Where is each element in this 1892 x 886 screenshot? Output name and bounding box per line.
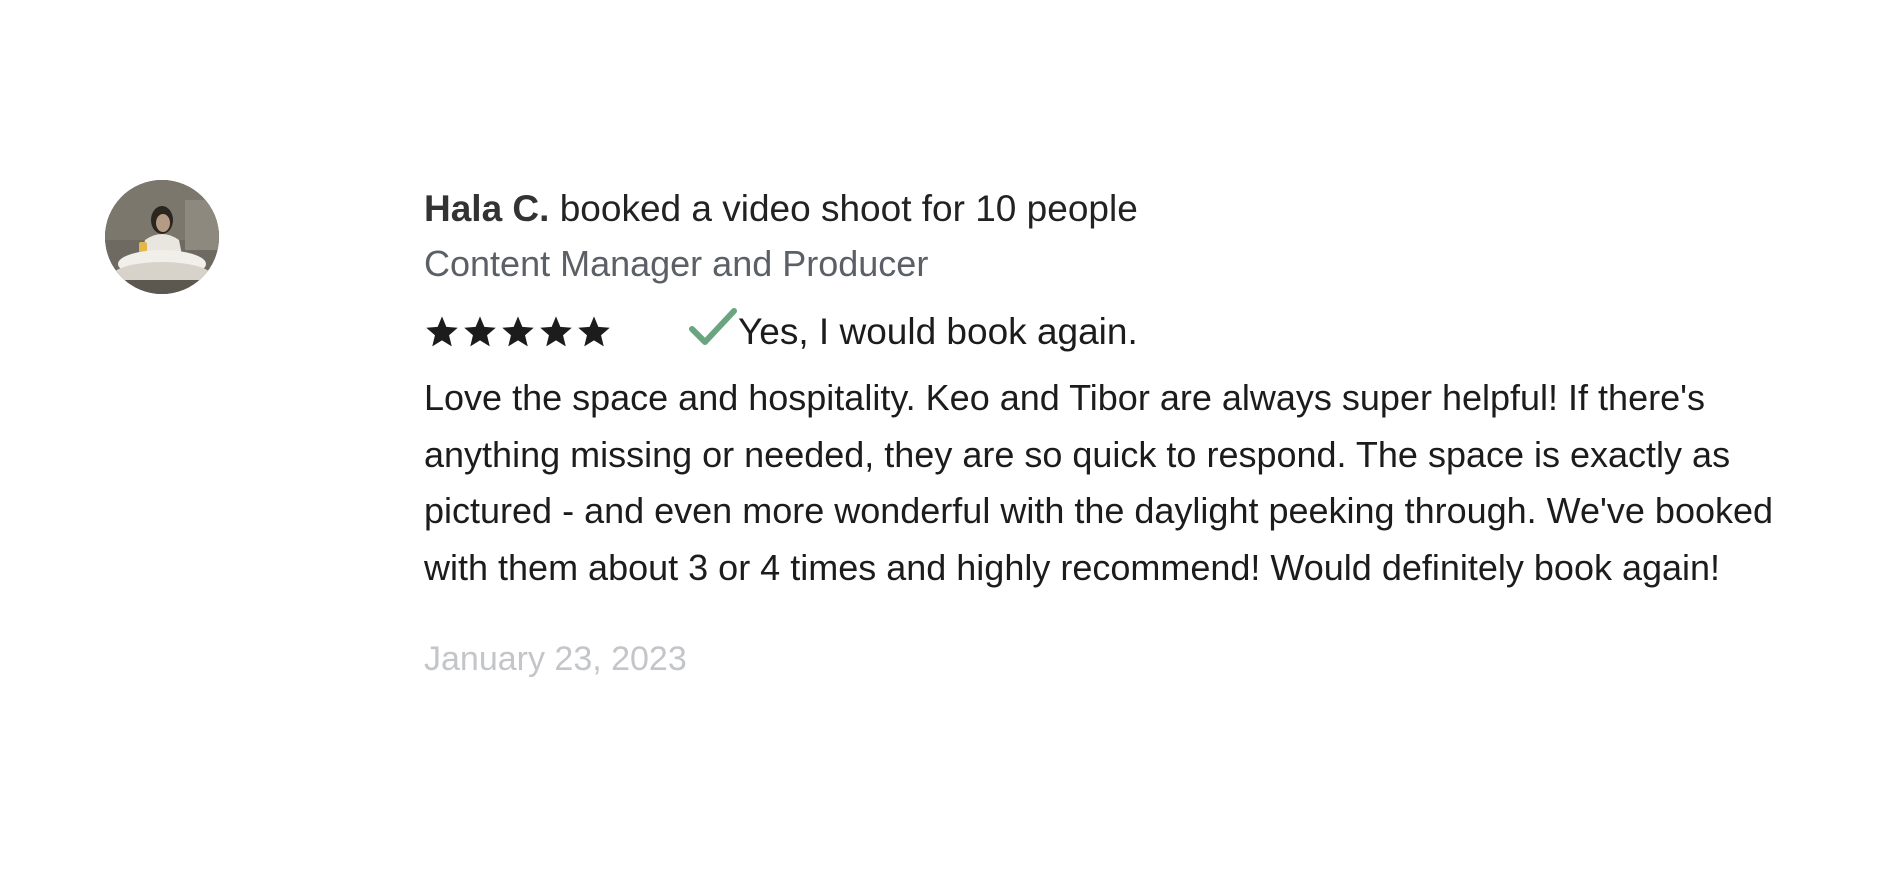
star-icon	[464, 316, 496, 347]
avatar[interactable]	[105, 180, 219, 294]
review-content: Hala C. booked a video shoot for 10 peop…	[424, 182, 1784, 684]
book-again-indicator: Yes, I would book again.	[688, 308, 1138, 353]
rating-row: Yes, I would book again.	[424, 302, 1784, 362]
star-icon	[578, 316, 610, 347]
star-icon	[540, 316, 572, 347]
review-card: Hala C. booked a video shoot for 10 peop…	[0, 0, 1892, 886]
review-headline: Hala C. booked a video shoot for 10 peop…	[424, 182, 1784, 236]
avatar-photo	[105, 180, 219, 294]
star-rating	[424, 313, 688, 351]
reviewer-title: Content Manager and Producer	[424, 243, 929, 284]
star-icon	[426, 316, 458, 347]
star-icon	[502, 316, 534, 347]
book-again-text: Yes, I would book again.	[738, 311, 1138, 352]
check-icon	[689, 308, 737, 345]
review-date: January 23, 2023	[424, 640, 687, 678]
booking-description: booked a video shoot for 10 people	[559, 188, 1138, 229]
review-body: Love the space and hospitality. Keo and …	[424, 377, 1774, 588]
reviewer-name[interactable]: Hala C.	[424, 188, 549, 229]
